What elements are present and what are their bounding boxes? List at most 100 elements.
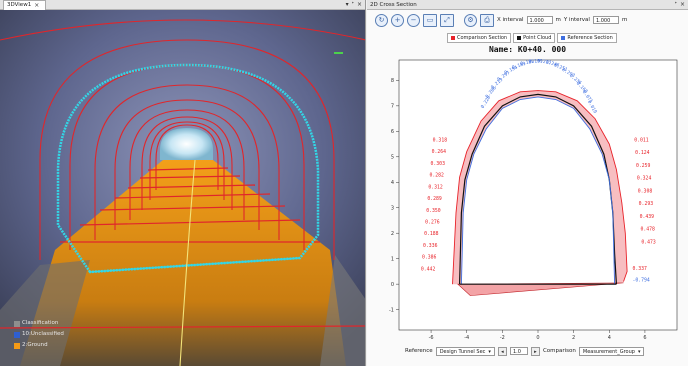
left-deviation-label: 0.386 [422,255,437,261]
legend-item-comparison: Comparison Section [447,33,512,43]
y-tick-label: 1 [391,256,394,262]
y-unit-label: m [621,17,628,23]
ruler-icon[interactable]: ▭ [423,13,437,27]
y-tick-label: 7 [391,104,394,110]
reference-select[interactable]: Design Tunnel Sec ▾ [435,346,495,356]
y-tick-label: 5 [391,155,394,161]
legend-item-reference: Reference Section [557,33,617,43]
legend-swatch [561,36,566,40]
right-deviation-label: 0.478 [640,227,655,233]
comparison-select[interactable]: Measurement_Group ▾ [578,346,645,356]
legend-label: Reference Section [567,35,613,41]
refresh-icon[interactable]: ↻ [375,13,388,27]
cross-section-toolbar: ↻ + − ▭ ⤢ ⚙ ⎙ X interval 1.000 m Y inter… [367,11,688,29]
y-interval-label: Y interval [563,17,590,23]
y-tick-label: 2 [391,231,394,237]
legend-label: Point Cloud [523,35,552,41]
legend-item-point-cloud: Point Cloud [513,33,556,43]
settings-icon[interactable]: ⚙ [464,13,477,27]
pin-icon[interactable]: ᐩ [352,1,354,8]
window-controls: ᐩ × [675,1,685,8]
legend-item-classification: Classification [14,318,64,329]
x-tick-label: 0 [536,335,539,341]
right-deviation-label: 0.259 [636,163,651,169]
legend-swatch [14,320,20,327]
chevron-down-icon: ▾ [637,348,641,355]
x-tick-label: -4 [464,335,469,341]
legend-swatch [14,331,20,338]
right-deviation-label: 0.473 [641,239,656,245]
fit-view-icon[interactable]: ⤢ [440,13,454,27]
close-icon[interactable]: × [357,1,362,8]
y-tick-label: 4 [391,180,394,186]
left-deviation-label: 0.350 [426,208,441,214]
legend-label: 2:Ground [22,342,48,348]
legend-label: 10:Unclassified [22,331,64,337]
classification-legend: Classification 10:Unclassified 2:Ground [14,318,64,351]
y-tick-label: 0 [391,282,394,288]
right-deviation-label: 0.011 [634,138,649,144]
left-deviation-label: 0.188 [424,231,439,237]
y-interval-input[interactable]: 1.000 [592,16,619,24]
y-tick-label: -1 [389,307,394,313]
tab-3dview-label: 3DView1 [7,1,32,8]
tab-close-icon[interactable]: × [34,1,39,10]
x-tick-label: -6 [429,335,434,341]
3d-view-panel: 3DView1 × ▾ ᐩ × Classification 10:Unclas… [0,0,366,366]
left-deviation-label: 0.289 [427,196,442,202]
left-deviation-label: 0.312 [428,184,443,190]
legend-swatch [451,36,455,40]
cross-section-titlebar: 2D Cross Section ᐩ × [367,0,688,10]
prev-section-button[interactable]: ◂ [497,346,507,356]
step-input[interactable]: 1.0 [509,347,528,355]
x-tick-label: 4 [608,335,611,341]
pin-icon[interactable]: ᐩ [675,1,677,8]
y-tick-label: 6 [391,129,394,135]
tab-3dview[interactable]: 3DView1 × [3,0,47,10]
left-deviation-label: 0.276 [425,220,440,226]
legend-swatch [14,342,20,349]
corner-deviation-label: -0.794 [632,278,649,284]
x-unit-label: m [555,17,561,23]
cross-section-title: 2D Cross Section [370,1,417,8]
y-tick-label: 8 [391,78,394,84]
point-cloud-viewport[interactable] [0,10,366,366]
right-deviation-label: 0.124 [635,150,650,156]
axis-marker [334,52,343,54]
left-deviation-label: 0.336 [423,243,438,249]
cross-section-plot[interactable]: -6 -4 -2 0 2 4 6-10123456780.2260.2060.2130.29… [367,56,688,344]
chevron-down-icon: ▾ [488,348,491,355]
right-deviation-label: 0.439 [640,214,655,220]
legend-swatch [517,36,522,40]
right-deviation-label: 0.324 [637,176,652,182]
corner-deviation-label: 0.337 [632,266,647,272]
next-section-button[interactable]: ▸ [530,346,540,356]
reference-label: Reference [405,348,433,354]
left-deviation-label: 0.264 [432,149,447,155]
y-tick-label: 3 [391,206,394,212]
dropdown-icon[interactable]: ▾ [346,1,349,8]
section-name: Name: K0+40. 000 [488,45,567,54]
close-icon[interactable]: × [680,1,685,8]
3d-view-titlebar: 3DView1 × ▾ ᐩ × [0,0,365,10]
x-interval-label: X interval [497,17,524,23]
zoom-in-icon[interactable]: + [391,13,404,27]
left-deviation-label: 0.442 [421,266,436,272]
x-tick-label: -2 [500,335,505,341]
tunnel-exit [160,128,213,160]
zoom-out-icon[interactable]: − [407,13,420,27]
right-deviation-label: 0.308 [638,188,653,194]
legend-label: Comparison Section [457,35,508,41]
x-tick-label: 6 [643,335,646,341]
x-tick-label: 2 [572,335,575,341]
comparison-label: Comparison [542,348,576,354]
right-deviation-label: 0.293 [639,201,654,207]
x-interval-input[interactable]: 1.000 [526,16,553,24]
left-deviation-label: 0.303 [431,161,446,167]
legend-label: Classification [22,320,59,326]
cross-section-panel: 2D Cross Section ᐩ × ↻ + − ▭ ⤢ ⚙ ⎙ X int… [367,0,688,366]
legend-item-ground: 2:Ground [14,340,64,351]
left-deviation-label: 0.318 [433,138,448,144]
legend-item-unclassified: 10:Unclassified [14,329,64,340]
export-icon[interactable]: ⎙ [480,13,494,27]
